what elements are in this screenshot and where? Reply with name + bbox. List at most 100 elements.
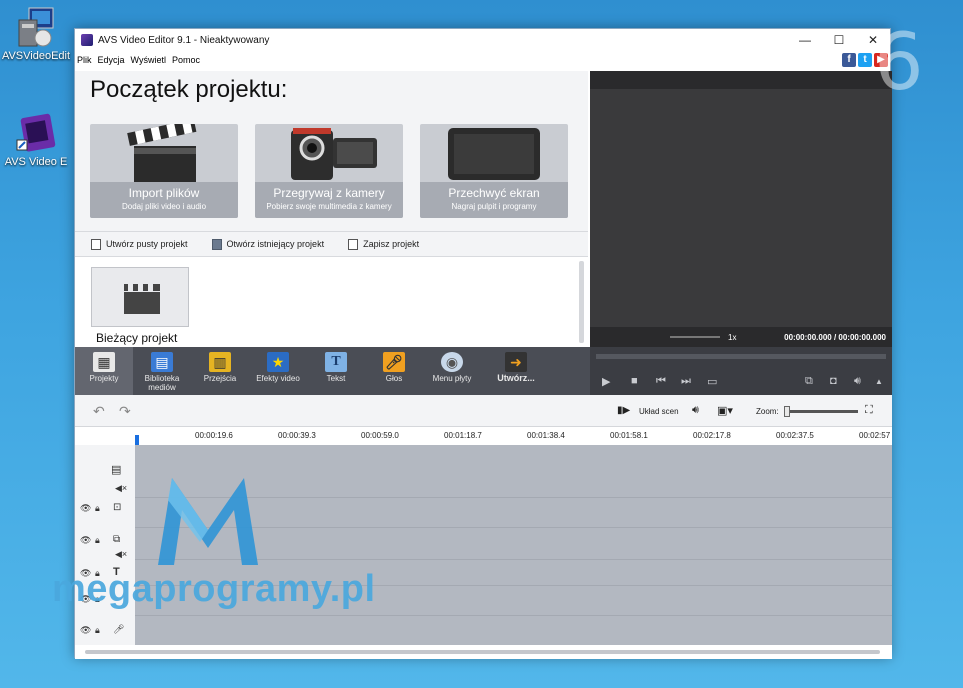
overlay-track-icon: ⧉ — [113, 534, 121, 545]
menu-bar: Plik Edycja Wyświetl Pomoc — [75, 51, 890, 69]
minimize-button[interactable]: — — [788, 29, 822, 51]
zoom-slider[interactable] — [784, 406, 858, 417]
transitions-icon: ▥ — [209, 352, 231, 372]
eye-icon[interactable]: 👁︎ — [80, 535, 91, 546]
undo-icon[interactable]: ↶ — [93, 403, 105, 420]
import-files-tile[interactable]: Import plików Dodaj pliki video i audio — [90, 124, 238, 218]
lock-icon[interactable]: 🔒︎ — [95, 625, 100, 636]
media-library-icon: ▤ — [151, 352, 173, 372]
stop-icon[interactable]: ■ — [631, 375, 638, 387]
tile-subtitle: Dodaj pliki video i audio — [121, 202, 207, 211]
desktop-icon-avs-video-editor[interactable]: AVS Video E — [0, 112, 72, 168]
open-project-button[interactable]: Otwórz istniejący projekt — [211, 238, 324, 250]
menu-pomoc[interactable]: Pomoc — [172, 55, 200, 65]
clapperboard-icon — [90, 124, 238, 184]
speed-slider[interactable] — [670, 336, 720, 338]
tab-label: Efekty video — [256, 374, 300, 383]
capture-screen-tile[interactable]: Przechwyć ekran Nagraj pulpit i programy — [420, 124, 568, 218]
facebook-icon[interactable]: f — [842, 53, 856, 67]
microphone-icon: 🎤︎ — [113, 624, 125, 634]
desktop-icon-avsvideoeditor-installer[interactable]: AVSVideoEdit — [0, 6, 72, 62]
vertical-scrollbar[interactable] — [579, 261, 584, 343]
blank-page-icon — [91, 238, 101, 250]
storyboard-icon: ▮▶ — [617, 405, 631, 416]
timeline-ruler[interactable]: 00:00:19.6 00:00:39.3 00:00:59.0 00:01:1… — [75, 427, 892, 445]
twitter-icon[interactable]: t — [858, 53, 872, 67]
effects-track-icon: ⊡ — [113, 502, 122, 513]
ruler-tick: 00:00:39.3 — [278, 431, 316, 440]
tile-title: Przegrywaj z kamery — [273, 186, 385, 200]
menu-wyswietl[interactable]: Wyświetl — [131, 55, 166, 65]
menu-edycja[interactable]: Edycja — [98, 55, 125, 65]
seek-bar[interactable] — [596, 354, 886, 359]
start-panel: Początek projektu: Import plików Dodaj p… — [75, 71, 588, 347]
next-frame-icon[interactable]: ⏭ — [681, 375, 691, 388]
film-reel-icon — [15, 112, 57, 154]
save-project-button[interactable]: Zapisz projekt — [348, 238, 419, 250]
action-label: Utwórz pusty projekt — [106, 239, 188, 249]
save-icon — [348, 238, 359, 250]
capture-camera-tile[interactable]: Przegrywaj z kamery Pobierz swoje multim… — [255, 124, 403, 218]
tab-video-effects[interactable]: ★ Efekty video — [249, 347, 307, 395]
playhead[interactable] — [135, 435, 139, 445]
tab-media-library[interactable]: ▤ Biblioteka mediów — [133, 347, 191, 395]
tile-title: Przechwyć ekran — [448, 186, 540, 200]
aspect-ratio-icon[interactable]: ▣▾ — [717, 404, 733, 417]
scrollbar-thumb[interactable] — [85, 650, 880, 654]
audio-mixer-icon[interactable]: 🔊︎ — [692, 404, 699, 417]
horizontal-scrollbar[interactable] — [75, 645, 892, 659]
tab-projekty[interactable]: ▦ Projekty — [75, 347, 133, 395]
current-project-label: Bieżący projekt — [96, 331, 178, 345]
eye-icon[interactable]: 👁︎ — [80, 625, 91, 636]
previous-frame-icon[interactable]: ⏮ — [656, 375, 666, 388]
mute-icon[interactable]: ◀× — [115, 549, 127, 560]
snapshot-icon[interactable]: ◘ — [830, 375, 837, 387]
play-icon[interactable]: ▶ — [602, 375, 610, 388]
tab-label: Przejścia — [203, 374, 237, 383]
tab-text[interactable]: T Tekst — [307, 347, 365, 395]
tile-subtitle: Nagraj pulpit i programy — [451, 202, 537, 211]
time-display: 00:00:00.000 / 00:00:00.000 — [784, 332, 886, 342]
title-bar[interactable]: AVS Video Editor 9.1 - Nieaktywowany — ☐… — [75, 29, 890, 51]
ruler-tick: 00:02:37.5 — [776, 431, 814, 440]
chevron-up-icon[interactable]: ▲ — [875, 377, 883, 386]
ruler-tick: 00:01:18.7 — [444, 431, 482, 440]
app-icon — [81, 34, 93, 46]
redo-icon[interactable]: ↷ — [119, 403, 131, 420]
eye-icon[interactable]: 👁︎ — [80, 503, 91, 514]
ruler-tick: 00:01:58.1 — [610, 431, 648, 440]
volume-icon[interactable]: 🔊︎ — [854, 375, 861, 388]
storyboard-toggle[interactable]: Układ scen — [639, 407, 679, 416]
preview-info-bar: 1x 00:00:00.000 / 00:00:00.000 — [590, 327, 892, 347]
tab-label: Menu płyty — [432, 374, 472, 383]
video-track-icon: ▤ — [111, 464, 122, 476]
window-title: AVS Video Editor 9.1 - Nieaktywowany — [98, 34, 270, 46]
player-controls: ▶ ■ ⏮ ⏭ ▭ ⧉ ◘ 🔊︎ ▲ — [590, 347, 892, 395]
disc-icon: ◉ — [441, 352, 463, 372]
track-divider — [135, 615, 892, 616]
fullscreen-preview-icon[interactable]: ▭ — [707, 375, 717, 388]
tile-subtitle: Pobierz swoje multimedia z kamery — [266, 202, 392, 211]
new-project-button[interactable]: Utwórz pusty projekt — [91, 238, 188, 250]
installer-icon — [15, 6, 57, 48]
lock-icon[interactable]: 🔒︎ — [95, 535, 100, 546]
project-actions: Utwórz pusty projekt Otwórz istniejący p… — [75, 231, 588, 257]
maximize-button[interactable]: ☐ — [822, 29, 856, 51]
tab-transitions[interactable]: ▥ Przejścia — [191, 347, 249, 395]
mute-icon[interactable]: ◀× — [115, 483, 127, 494]
text-icon: T — [325, 352, 347, 372]
playback-speed: 1x — [728, 332, 737, 342]
current-project-tile[interactable] — [91, 267, 189, 327]
detach-preview-icon[interactable]: ⧉ — [805, 375, 813, 388]
tab-create[interactable]: ➜ Utwórz... — [481, 347, 551, 395]
ruler-tick: 00:01:38.4 — [527, 431, 565, 440]
tab-disc-menu[interactable]: ◉ Menu płyty — [423, 347, 481, 395]
ruler-tick: 00:02:57 — [859, 431, 891, 440]
lock-icon[interactable]: 🔒︎ — [95, 503, 100, 514]
tab-voice[interactable]: 🎤︎ Głos — [365, 347, 423, 395]
folder-icon — [211, 238, 222, 250]
menu-plik[interactable]: Plik — [77, 55, 92, 65]
watermark-text: megaprogramy.pl — [52, 568, 376, 610]
zoom-slider-thumb[interactable] — [784, 406, 790, 417]
fit-to-window-icon[interactable]: ⛶ — [865, 404, 873, 417]
